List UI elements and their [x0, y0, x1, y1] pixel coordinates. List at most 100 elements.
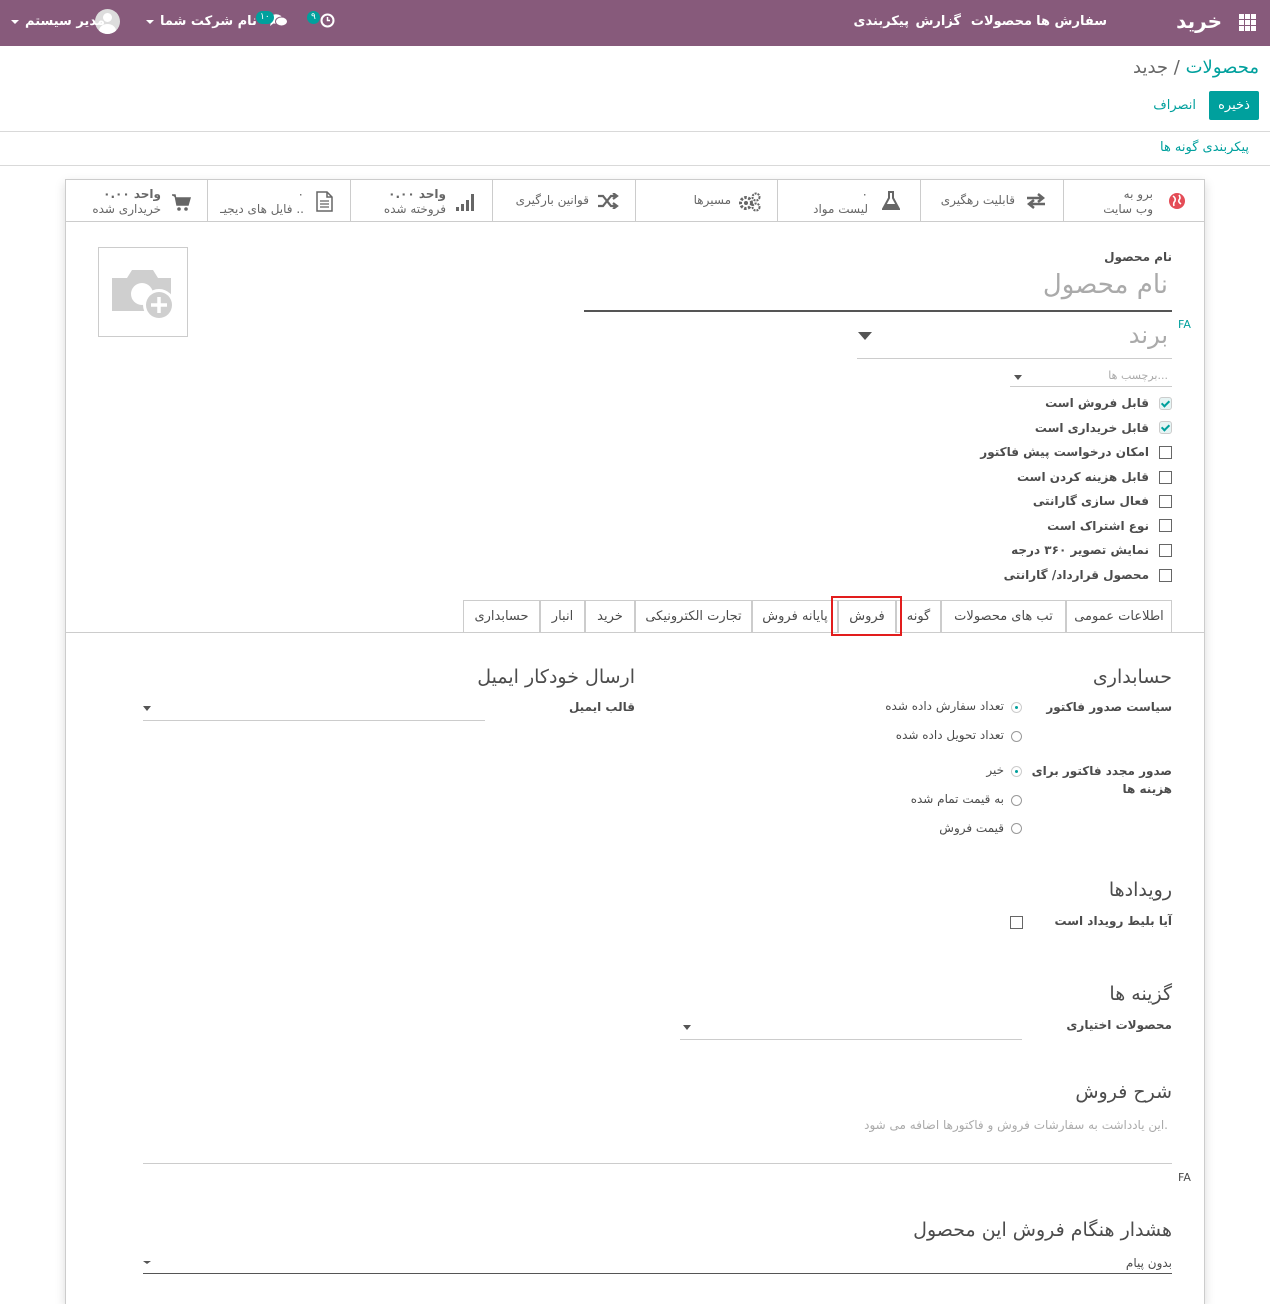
- sales-description-title: شرح فروش: [1075, 1081, 1172, 1103]
- events-section-title: رویدادها: [1108, 879, 1172, 901]
- tab-point-of-sale[interactable]: پایانه فروش: [752, 600, 838, 632]
- user-caret-icon: [11, 20, 19, 24]
- active-tab-highlight: [831, 596, 902, 636]
- divider: [0, 131, 1270, 132]
- product-name-label: نام محصول: [1104, 250, 1172, 264]
- can-be-purchased-checkbox[interactable]: [1159, 421, 1172, 434]
- image-360-checkbox[interactable]: [1159, 544, 1172, 557]
- breadcrumb-separator: /: [1173, 57, 1180, 78]
- sold-value: ۰.۰۰ واحد: [388, 187, 446, 201]
- brand-input[interactable]: برند: [1129, 321, 1168, 349]
- sale-warning-title: هشدار هنگام فروش این محصول: [913, 1219, 1172, 1241]
- sale-warning-select[interactable]: بدون پیام: [1126, 1256, 1172, 1270]
- bom-button[interactable]: ۰ لیست مواد: [777, 179, 920, 222]
- reinvoice-no-label: خیر: [986, 763, 1004, 777]
- tags-input[interactable]: برچسب ها...: [1108, 369, 1168, 382]
- options-section-title: گزینه ها: [1109, 983, 1172, 1005]
- tab-variants[interactable]: گونه: [896, 600, 941, 632]
- reinvoice-no-radio[interactable]: [1011, 766, 1022, 777]
- breadcrumb: محصولات / جدید: [1133, 57, 1259, 78]
- email-template-dropdown-icon[interactable]: [143, 706, 151, 711]
- can-be-expensed-label: قابل هزینه کردن است: [1016, 470, 1149, 484]
- random-arrows-icon: [598, 193, 619, 209]
- menu-products[interactable]: محصولات: [971, 14, 1032, 29]
- putaway-rules-button[interactable]: قوانین بارگیری: [492, 179, 635, 222]
- can-be-sold-checkbox[interactable]: [1159, 397, 1172, 410]
- menu-orders[interactable]: سفارش ها: [1036, 14, 1107, 29]
- go-to-website-button[interactable]: برو به وب سایت: [1063, 179, 1205, 222]
- bom-count: ۰: [861, 187, 868, 201]
- company-caret-icon: [146, 20, 154, 24]
- traceability-label: قابلیت رهگیری: [940, 193, 1015, 207]
- reinvoice-cost-radio[interactable]: [1011, 795, 1022, 806]
- sales-description-underline: [143, 1163, 1172, 1164]
- email-template-input[interactable]: [143, 720, 485, 721]
- invoice-policy-ordered-label: تعداد سفارش داده شده: [885, 699, 1004, 713]
- subscription-checkbox[interactable]: [1159, 519, 1172, 532]
- event-ticket-label: آیا بلیط رویداد است: [1054, 914, 1172, 928]
- website-label-2: وب سایت: [1103, 202, 1153, 216]
- breadcrumb-products-link[interactable]: محصولات: [1186, 57, 1259, 78]
- tab-inventory[interactable]: انبار: [540, 600, 585, 632]
- can-be-purchased-label: قابل خریداری است: [1034, 421, 1149, 435]
- sale-warning-dropdown-icon[interactable]: [143, 1261, 151, 1264]
- brand-dropdown-icon[interactable]: [858, 332, 872, 340]
- can-be-expensed-checkbox[interactable]: [1159, 471, 1172, 484]
- subscription-label: نوع اشتراک است: [1047, 519, 1149, 533]
- putaway-label: قوانین بارگیری: [515, 193, 589, 207]
- documents-button[interactable]: ۰ فایل های دیجیـ ..: [207, 179, 350, 222]
- form-sheet: [65, 179, 1205, 1304]
- tags-underline: [1010, 386, 1172, 387]
- user-menu[interactable]: مدیر سیستم: [25, 14, 105, 29]
- menu-reporting[interactable]: گزارش: [915, 14, 961, 29]
- product-image-upload[interactable]: [98, 247, 188, 337]
- quotation-request-checkbox[interactable]: [1159, 446, 1172, 459]
- traceability-button[interactable]: قابلیت رهگیری: [920, 179, 1063, 222]
- reinvoice-sales-price-radio[interactable]: [1011, 823, 1022, 834]
- routes-button[interactable]: مسیرها: [635, 179, 777, 222]
- warranty-checkbox[interactable]: [1159, 495, 1172, 508]
- invoice-policy-delivered-label: تعداد تحویل داده شده: [895, 728, 1004, 742]
- activity-clock-icon[interactable]: [320, 13, 335, 28]
- brand-underline: [857, 358, 1172, 359]
- tab-accounting[interactable]: حسابداری: [463, 600, 540, 632]
- reinvoice-label-2: هزینه ها: [1122, 782, 1172, 796]
- apps-menu-icon[interactable]: [1239, 14, 1256, 31]
- sales-description-input[interactable]: این یادداشت به سفارشات فروش و فاکتورها ا…: [864, 1118, 1168, 1132]
- product-name-underline: [584, 310, 1172, 312]
- description-language-badge[interactable]: FA: [1178, 1171, 1191, 1184]
- invoice-policy-delivered-radio[interactable]: [1011, 731, 1022, 742]
- save-button[interactable]: ذخیره: [1209, 91, 1259, 120]
- tags-dropdown-icon[interactable]: [1014, 375, 1022, 380]
- sold-label: فروخته شده: [383, 202, 446, 216]
- tab-product-tabs[interactable]: تب های محصولات: [941, 600, 1066, 632]
- tab-general-info[interactable]: اطلاعات عمومی: [1066, 600, 1172, 632]
- menu-configuration[interactable]: پیکربندی: [854, 14, 909, 29]
- exchange-arrows-icon: [1026, 193, 1046, 209]
- product-name-input[interactable]: نام محصول: [1043, 270, 1168, 300]
- language-badge[interactable]: FA: [1178, 318, 1191, 331]
- can-be-sold-label: قابل فروش است: [1045, 396, 1149, 410]
- optional-products-dropdown-icon[interactable]: [683, 1025, 691, 1030]
- event-ticket-checkbox[interactable]: [1010, 916, 1023, 929]
- purchased-button[interactable]: ۰.۰۰ واحد خریداری شده: [65, 179, 207, 222]
- invoicing-section-title: حسابداری: [1092, 666, 1172, 688]
- tab-ecommerce[interactable]: تجارت الکترونیکی: [635, 600, 752, 632]
- bom-label: لیست مواد: [813, 202, 868, 216]
- tabs-baseline: [66, 632, 1204, 633]
- top-navbar: خرید سفارش ها محصولات گزارش پیکربندی ۹ ۱…: [0, 0, 1270, 46]
- sold-button[interactable]: ۰.۰۰ واحد فروخته شده: [350, 179, 492, 222]
- invoice-policy-ordered-radio[interactable]: [1011, 702, 1022, 713]
- breadcrumb-current: جدید: [1133, 57, 1169, 78]
- company-switcher[interactable]: نام شرکت شما: [160, 14, 257, 29]
- configure-variants-link[interactable]: پیکربندی گونه ها: [1160, 140, 1249, 155]
- tab-purchase[interactable]: خرید: [585, 600, 635, 632]
- bar-chart-icon: [456, 194, 474, 211]
- app-title: خرید: [1176, 9, 1222, 33]
- optional-products-input[interactable]: [680, 1039, 1022, 1040]
- contract-warranty-checkbox[interactable]: [1159, 569, 1172, 582]
- discard-button[interactable]: انصراف: [1153, 98, 1196, 113]
- image-360-label: نمایش تصویر ۳۶۰ درجه: [1011, 543, 1149, 557]
- camera-add-icon: [112, 270, 175, 321]
- purchased-label: خریداری شده: [92, 202, 161, 216]
